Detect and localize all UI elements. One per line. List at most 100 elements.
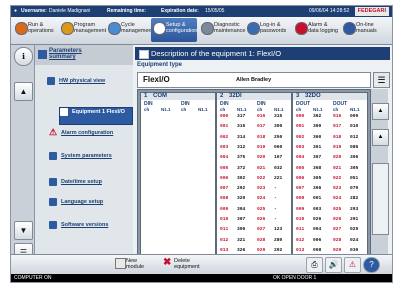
page-up-button[interactable]: ▲ bbox=[372, 103, 389, 120]
channel-cell: 300 bbox=[274, 124, 283, 130]
cycle-icon bbox=[108, 22, 121, 35]
channel-header: ch bbox=[181, 107, 187, 112]
equipment-type-dropdown-button[interactable]: ☰ bbox=[373, 72, 390, 88]
channel-cell: 026 bbox=[257, 217, 266, 222]
menu-item[interactable]: Diagnostic maintenance bbox=[199, 18, 246, 42]
tree-item[interactable]: Software versions bbox=[49, 221, 131, 237]
menu-item-label: On-line manuals bbox=[356, 22, 377, 34]
channel-cell: - bbox=[274, 206, 277, 212]
channel-cell: 006 bbox=[313, 237, 322, 243]
menu-item[interactable]: Run & operations bbox=[13, 18, 59, 42]
channel-cell: 366 bbox=[313, 186, 322, 192]
channel-cell: - bbox=[274, 196, 277, 202]
menu-item[interactable]: Alarm & data logging bbox=[293, 18, 339, 42]
menu-item[interactable]: Setup & configuration bbox=[151, 18, 198, 42]
channel-cell: 029 bbox=[333, 247, 342, 253]
menu-item[interactable]: Log-in & passwords bbox=[245, 18, 291, 42]
tree-item[interactable]: Date/time setup bbox=[49, 178, 131, 194]
channel-cell: 017 bbox=[257, 124, 266, 130]
tree-item[interactable]: Equipment 1 FlexI/O bbox=[59, 107, 133, 125]
tree-item[interactable]: ⚠ Alarm configuration bbox=[49, 127, 131, 145]
menu-item[interactable]: Program management bbox=[59, 18, 107, 42]
equipment-type-select[interactable]: FlexI/O Allen Bradley bbox=[137, 72, 371, 88]
key-icon bbox=[247, 22, 260, 35]
delete-equipment-button[interactable]: ✖ Delete equipment bbox=[163, 256, 209, 272]
tree-item-label: Alarm configuration bbox=[61, 130, 114, 136]
channel-header: N1.1 bbox=[274, 107, 284, 112]
scroll-up-button[interactable]: ▲ bbox=[372, 129, 389, 146]
new-module-button[interactable]: New module bbox=[115, 256, 153, 272]
channel-cell: 302 bbox=[237, 175, 246, 181]
delete-icon: ✖ bbox=[163, 257, 172, 268]
module-header: 2 32DI bbox=[217, 93, 291, 100]
remaining-time-label: Remaining time: bbox=[107, 8, 146, 14]
channel-cell: 017 bbox=[333, 124, 342, 130]
menu-item[interactable]: On-line manuals bbox=[341, 18, 387, 42]
printer-icon[interactable]: ⎙ bbox=[306, 257, 323, 273]
menu-item[interactable]: Cycle management bbox=[106, 18, 154, 42]
channel-cell: 003 bbox=[296, 144, 305, 150]
tree-item-icon bbox=[49, 152, 57, 160]
io-module[interactable]: 2 32DI DIN DIN ch N1.1 ch N1.1 000 001 002 003 004 00… bbox=[216, 92, 292, 280]
channel-cell: 029 bbox=[257, 247, 266, 253]
channel-cell: 000 bbox=[220, 114, 229, 119]
channel-cell: 026 bbox=[333, 217, 342, 222]
channel-cell: 086 bbox=[350, 144, 359, 150]
channel-cell: 001 bbox=[220, 124, 229, 130]
menu-item-label: Setup & configuration bbox=[166, 22, 198, 34]
channel-cell: 365 bbox=[313, 175, 322, 181]
channel-cell: 028 bbox=[257, 237, 266, 243]
tree-item-icon bbox=[49, 178, 57, 186]
channel-cell: 024 bbox=[333, 196, 342, 202]
scroll-down-button[interactable]: ▼ bbox=[14, 221, 33, 240]
tree-root[interactable]: Parameters summary bbox=[35, 45, 133, 65]
help-icon[interactable]: ? bbox=[363, 257, 380, 273]
channel-cell: - bbox=[274, 186, 277, 192]
menu-item-label: Cycle management bbox=[121, 22, 154, 34]
channel-cell: 362 bbox=[313, 114, 322, 119]
hmi-screen: ● Username: Daniele Madignani Remaining … bbox=[10, 5, 393, 283]
channel-cell: 023 bbox=[257, 186, 266, 192]
channel-cell: 016 bbox=[333, 114, 342, 119]
channel-header: N1.1 bbox=[161, 107, 171, 112]
tree-item-icon bbox=[47, 77, 55, 85]
channel-cell: 002 bbox=[220, 134, 229, 140]
channel-header: N1.1 bbox=[198, 107, 208, 112]
speaker-icon[interactable]: 🔊 bbox=[325, 257, 342, 273]
io-module[interactable]: 3 32DO DOUT DOUT ch N1.1 ch N1.1 000 001 002 003 004… bbox=[292, 92, 368, 280]
channel-header: N1.1 bbox=[237, 107, 247, 112]
info-nav-button[interactable]: ℹ bbox=[14, 47, 33, 66]
menu-item-label: Program management bbox=[74, 22, 107, 34]
username-value: Daniele Madignani bbox=[49, 8, 91, 14]
channel-cell: 025 bbox=[333, 206, 342, 212]
channel-cell: 375 bbox=[237, 155, 246, 161]
scrollbar-track[interactable] bbox=[372, 163, 389, 235]
menu-item-label: Diagnostic maintenance bbox=[214, 22, 246, 34]
tree-item[interactable]: HW physical view bbox=[47, 77, 131, 93]
alarm-icon: ⚠ bbox=[49, 127, 58, 137]
channel-cell: 023 bbox=[333, 186, 342, 192]
channel-cell: 018 bbox=[333, 134, 342, 140]
channel-cell: 361 bbox=[313, 144, 322, 150]
module-header: 3 32DO bbox=[293, 93, 367, 100]
channel-cell: 016 bbox=[257, 114, 266, 119]
channel-cell: 022 bbox=[333, 175, 342, 181]
tree-item[interactable]: Language setup bbox=[49, 198, 131, 214]
channel-cell: 011 bbox=[296, 227, 305, 233]
io-module[interactable]: 1 COM DIN DIN ch N1.1 ch N1.1 bbox=[140, 92, 216, 280]
module-type: 32DI bbox=[229, 93, 242, 99]
alarm-warning-icon[interactable]: ⚠ bbox=[344, 257, 361, 273]
channel-cell: 008 bbox=[220, 196, 229, 202]
channel-cell: 013 bbox=[296, 247, 305, 253]
datetime: 09/06/04 14:28:52 bbox=[309, 8, 350, 14]
tree-item[interactable]: System parameters bbox=[49, 152, 131, 168]
channel-cell: 008 bbox=[313, 247, 322, 253]
channel-cell: 012 bbox=[350, 134, 359, 140]
channel-cell: 326 bbox=[237, 247, 246, 253]
channel-cell: 314 bbox=[237, 134, 246, 140]
channel-cell: 005 bbox=[220, 165, 229, 171]
action-footer: New module ✖ Delete equipment ⎙ 🔊 ⚠ ? bbox=[11, 254, 392, 274]
channel-cell: 010 bbox=[296, 217, 305, 222]
scroll-up-button[interactable]: ▲ bbox=[14, 82, 33, 101]
channel-cell: 019 bbox=[333, 144, 342, 150]
